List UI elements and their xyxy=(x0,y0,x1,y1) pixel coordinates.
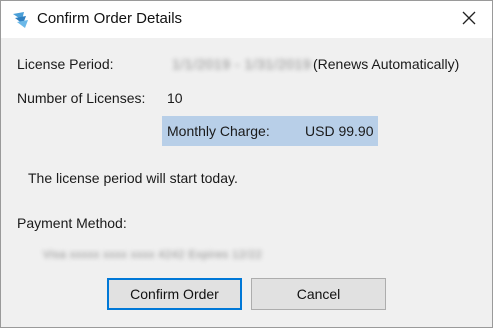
close-button[interactable] xyxy=(446,1,492,38)
number-of-licenses-value: 10 xyxy=(167,90,183,106)
dialog-title: Confirm Order Details xyxy=(37,10,183,27)
confirm-order-button[interactable]: Confirm Order xyxy=(107,278,242,310)
number-of-licenses-label: Number of Licenses: xyxy=(17,90,146,106)
confirm-order-dialog: Confirm Order Details License Period: 1/… xyxy=(0,0,493,328)
payment-method-label: Payment Method: xyxy=(17,215,127,231)
monthly-charge-highlight: Monthly Charge: USD 99.90 xyxy=(162,116,378,146)
license-period-value: 1/1/2019 - 1/31/2019 xyxy=(172,56,312,72)
payment-method-value: Visa xxxxx xxxx xxxx 4242 Expires 12/22 xyxy=(43,249,263,261)
app-logo-icon xyxy=(12,11,30,29)
renews-automatically-text: (Renews Automatically) xyxy=(313,56,460,72)
license-period-label: License Period: xyxy=(17,56,114,72)
monthly-charge-value: USD 99.90 xyxy=(305,123,374,139)
start-notice: The license period will start today. xyxy=(28,170,238,186)
dialog-content: License Period: 1/1/2019 - 1/31/2019 (Re… xyxy=(1,38,492,327)
title-bar: Confirm Order Details xyxy=(1,1,492,38)
cancel-button[interactable]: Cancel xyxy=(251,278,386,310)
close-icon xyxy=(462,11,476,28)
monthly-charge-label: Monthly Charge: xyxy=(167,123,270,139)
